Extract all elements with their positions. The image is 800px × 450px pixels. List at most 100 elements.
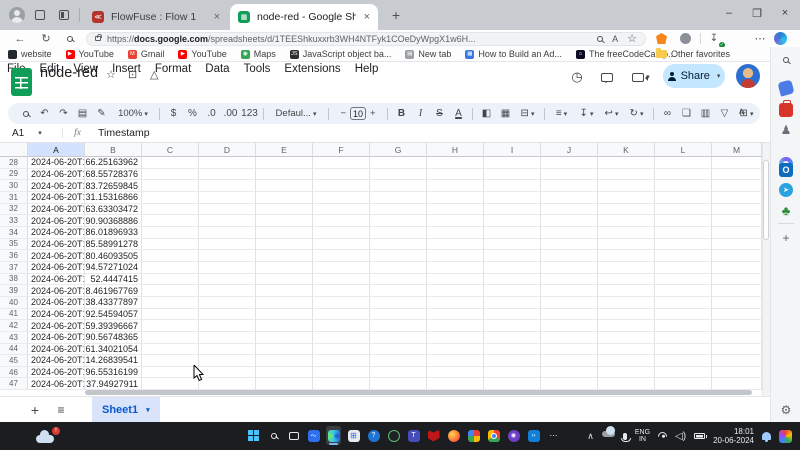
cell-G28[interactable] [370, 157, 427, 169]
cell-M42[interactable] [712, 320, 762, 332]
cell-K33[interactable] [598, 215, 655, 227]
cell-H32[interactable] [427, 204, 484, 216]
cell-B38[interactable]: 52.4447415 [85, 274, 142, 286]
cell-F41[interactable] [313, 309, 370, 321]
bookmark-item[interactable]: JSJavaScript object ba... [290, 49, 392, 59]
cell-M44[interactable] [712, 344, 762, 356]
browser-menu-icon[interactable]: ⋯ [752, 31, 768, 46]
cell-J40[interactable] [541, 297, 598, 309]
sheet-tab-sheet1[interactable]: Sheet1▾ [92, 397, 160, 422]
browser-tab[interactable]: ▦node-red - Google Sheets× [230, 4, 378, 30]
cell-B32[interactable]: 63.63303472 [85, 204, 142, 216]
cell-E40[interactable] [256, 297, 313, 309]
cell-I33[interactable] [484, 215, 541, 227]
cell-J35[interactable] [541, 239, 598, 251]
cell-G45[interactable] [370, 355, 427, 367]
tray-microphone-icon[interactable] [623, 433, 627, 440]
cell-E41[interactable] [256, 309, 313, 321]
row-header-35[interactable]: 35 [0, 239, 28, 251]
cell-M45[interactable] [712, 355, 762, 367]
lock-icon[interactable] [95, 36, 101, 41]
cell-K42[interactable] [598, 320, 655, 332]
functions-icon[interactable]: Σ [759, 106, 760, 121]
cell-G36[interactable] [370, 250, 427, 262]
vertical-align-icon[interactable]: ↧▾ [574, 106, 599, 121]
cell-I29[interactable] [484, 169, 541, 181]
cell-G31[interactable] [370, 192, 427, 204]
cell-D39[interactable] [199, 285, 256, 297]
cell-H34[interactable] [427, 227, 484, 239]
cell-L41[interactable] [655, 309, 712, 321]
column-header-C[interactable]: C [142, 143, 199, 157]
cell-G34[interactable] [370, 227, 427, 239]
increase-decimal-icon[interactable]: .00 [221, 106, 240, 121]
percent-icon[interactable]: % [183, 106, 202, 121]
taskbar-teams-icon[interactable]: T [406, 426, 421, 445]
cell-C47[interactable] [142, 378, 199, 390]
font-select[interactable]: Defaul...▾ [268, 106, 324, 121]
taskbar-widgets-weather-icon[interactable]: ! [36, 427, 60, 445]
cell-B42[interactable]: 59.39396667 [85, 320, 142, 332]
cell-H42[interactable] [427, 320, 484, 332]
row-header-36[interactable]: 36 [0, 250, 28, 262]
grid-corner[interactable] [0, 143, 28, 157]
downloads-icon[interactable]: ↧ [706, 31, 722, 46]
read-aloud-icon[interactable]: A [612, 34, 618, 44]
cell-L33[interactable] [655, 215, 712, 227]
row-header-29[interactable]: 29 [0, 169, 28, 181]
cell-D28[interactable] [199, 157, 256, 169]
cell-M29[interactable] [712, 169, 762, 181]
cell-B36[interactable]: 80.46093505 [85, 250, 142, 262]
cell-E45[interactable] [256, 355, 313, 367]
cell-G42[interactable] [370, 320, 427, 332]
copilot-icon[interactable] [774, 32, 787, 45]
cell-M47[interactable] [712, 378, 762, 390]
hidden-icons-chevron[interactable]: ∧ [587, 431, 594, 442]
cell-F44[interactable] [313, 344, 370, 356]
cell-I37[interactable] [484, 262, 541, 274]
cell-C33[interactable] [142, 215, 199, 227]
cell-L35[interactable] [655, 239, 712, 251]
cell-I32[interactable] [484, 204, 541, 216]
share-button[interactable]: Share▾ [663, 64, 725, 88]
row-header-33[interactable]: 33 [0, 215, 28, 227]
cell-K46[interactable] [598, 367, 655, 379]
row-header-45[interactable]: 45 [0, 355, 28, 367]
cell-I47[interactable] [484, 378, 541, 390]
cell-M40[interactable] [712, 297, 762, 309]
cell-I44[interactable] [484, 344, 541, 356]
cell-I42[interactable] [484, 320, 541, 332]
cell-M34[interactable] [712, 227, 762, 239]
cell-J44[interactable] [541, 344, 598, 356]
url-text[interactable]: https://docs.google.com/spreadsheets/d/1… [107, 34, 588, 44]
cell-C34[interactable] [142, 227, 199, 239]
cell-A45[interactable]: 2024-06-20T12:2 [28, 355, 85, 367]
taskbar-meet-icon[interactable] [386, 426, 401, 445]
cell-H41[interactable] [427, 309, 484, 321]
metamask-extension-icon[interactable] [656, 33, 667, 44]
cell-K39[interactable] [598, 285, 655, 297]
cell-E36[interactable] [256, 250, 313, 262]
cell-F36[interactable] [313, 250, 370, 262]
cell-G39[interactable] [370, 285, 427, 297]
fill-color-icon[interactable]: ◧ [477, 106, 496, 121]
column-header-J[interactable]: J [541, 143, 598, 157]
cell-C37[interactable] [142, 262, 199, 274]
cell-J42[interactable] [541, 320, 598, 332]
taskbar-github-desktop-icon[interactable]: ◉ [506, 426, 521, 445]
name-box[interactable]: A1▾ [0, 128, 62, 139]
bookmark-item[interactable]: MGmail [128, 49, 165, 59]
sidebar-telegram-icon[interactable]: ➤ [779, 183, 793, 197]
row-header-38[interactable]: 38 [0, 274, 28, 286]
cell-E30[interactable] [256, 180, 313, 192]
cell-I30[interactable] [484, 180, 541, 192]
insert-chart-icon[interactable]: ▥ [696, 106, 715, 121]
insert-link-icon[interactable]: ∞ [658, 106, 677, 121]
bookmark-item[interactable]: website [8, 49, 52, 59]
cell-K47[interactable] [598, 378, 655, 390]
sidebar-plant-icon[interactable]: ♣ [779, 203, 793, 217]
cell-M38[interactable] [712, 274, 762, 286]
cell-B37[interactable]: 94.57271024 [85, 262, 142, 274]
cell-E47[interactable] [256, 378, 313, 390]
column-header-A[interactable]: A [28, 143, 85, 157]
